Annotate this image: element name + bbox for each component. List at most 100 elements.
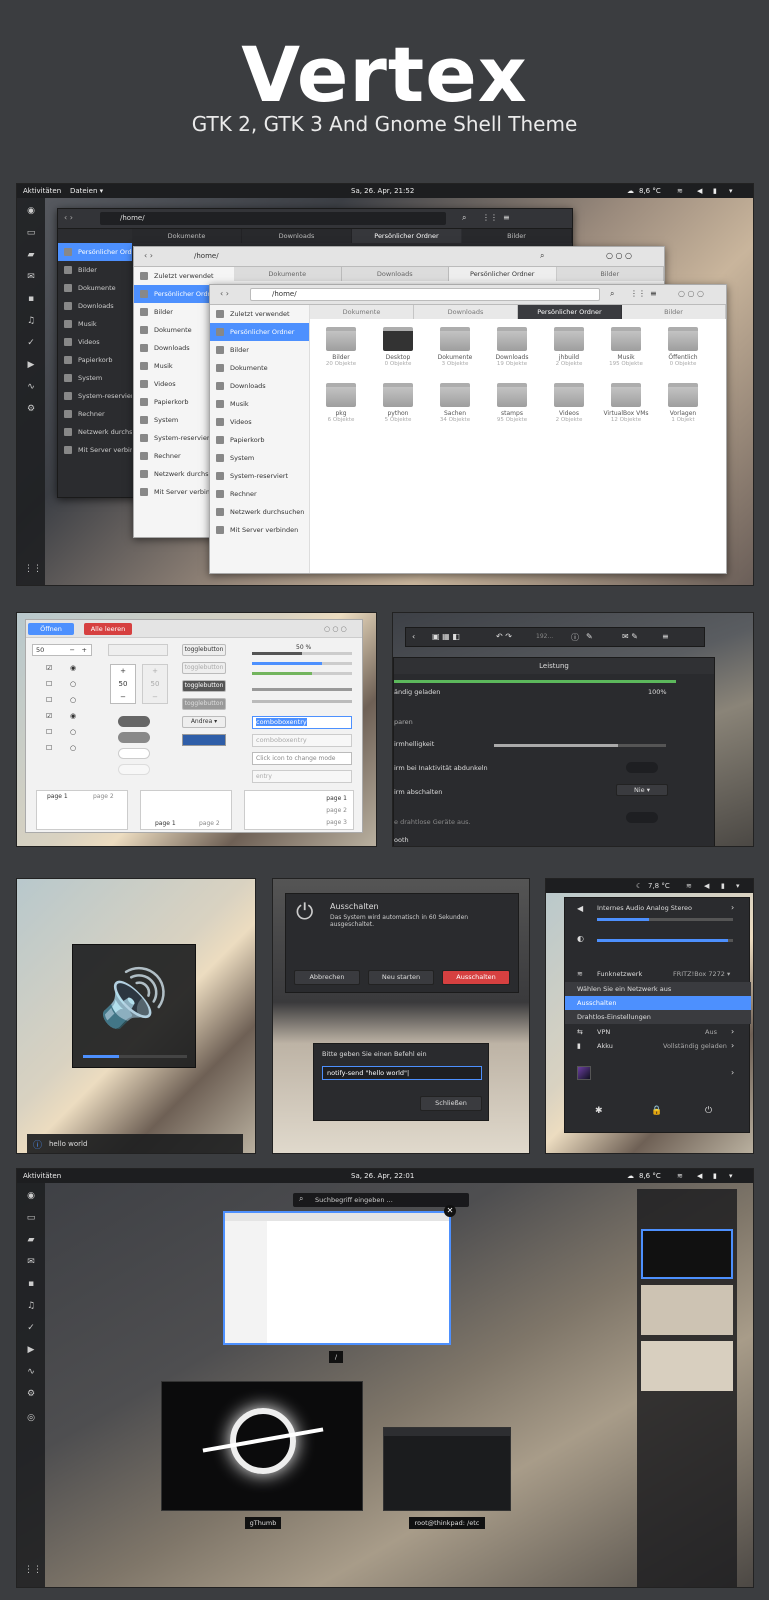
search-icon[interactable]: ⌕: [462, 213, 466, 223]
network-label[interactable]: Funknetzwerk: [597, 970, 642, 978]
folder-item[interactable]: Downloads 19 Objekte: [487, 327, 537, 367]
battery-icon[interactable]: ▮: [721, 879, 725, 893]
activities-button[interactable]: Aktivitäten: [23, 1169, 61, 1183]
sidebar-item[interactable]: System: [210, 449, 309, 467]
command-input[interactable]: notify-send "hello world"|: [322, 1066, 482, 1080]
tab-home[interactable]: Persönlicher Ordner: [352, 229, 462, 243]
workspace-2[interactable]: [641, 1285, 733, 1335]
clear-all-button[interactable]: Alle leeren: [84, 623, 132, 635]
sidebar-item[interactable]: Bilder: [58, 261, 132, 279]
switch-on[interactable]: [118, 716, 150, 727]
choose-network-item[interactable]: Wählen Sie ein Netzwerk aus: [565, 982, 751, 996]
tab-bilder[interactable]: Bilder: [557, 267, 664, 281]
files-icon[interactable]: ▰: [24, 248, 38, 262]
workspace-3[interactable]: [641, 1341, 733, 1391]
menu-icon[interactable]: ≡: [503, 213, 510, 222]
mail-icon[interactable]: ✉: [24, 270, 38, 284]
sidebar-item[interactable]: Videos: [210, 413, 309, 431]
search-icon[interactable]: ⌕: [540, 251, 544, 261]
system-menu-arrow-icon[interactable]: ▾: [729, 184, 733, 198]
menu-icon[interactable]: ≡: [662, 632, 669, 641]
tab-page3[interactable]: page 3: [326, 819, 347, 826]
folder-item[interactable]: stamps 95 Objekte: [487, 383, 537, 423]
power-icon[interactable]: ⏻: [705, 1106, 712, 1116]
workspace-1[interactable]: [641, 1229, 733, 1279]
sidebar-item[interactable]: System-reserviert: [210, 467, 309, 485]
back-icon[interactable]: ‹ ›: [144, 251, 153, 260]
open-button[interactable]: Öffnen: [28, 623, 74, 635]
wireless-settings-item[interactable]: Drahtlos-Einstellungen: [565, 1010, 751, 1024]
dim-switch[interactable]: [626, 762, 658, 773]
settings-icon[interactable]: ⚙: [24, 402, 38, 416]
sidebar-item[interactable]: Zuletzt verwendet: [134, 267, 234, 285]
folder-item[interactable]: pkg 6 Objekte: [316, 383, 366, 423]
combobox-entry[interactable]: comboboxentry: [252, 716, 352, 729]
sidebar-item[interactable]: Bilder: [210, 341, 309, 359]
tab-page2[interactable]: page 2: [326, 807, 347, 814]
menu-icon[interactable]: ≡: [650, 289, 657, 298]
wireless-switch[interactable]: [626, 812, 658, 823]
window-thumbnail-terminal[interactable]: [383, 1427, 511, 1511]
sidebar-item[interactable]: Musik: [58, 315, 132, 333]
video-icon[interactable]: ▶: [24, 1343, 38, 1357]
music-icon[interactable]: ♫: [24, 1299, 38, 1313]
folder-item[interactable]: Bilder 20 Objekte: [316, 327, 366, 367]
eye-icon[interactable]: ◎: [24, 1411, 38, 1425]
screen-icon[interactable]: ▭: [24, 1211, 38, 1225]
checkbox-checked-icon[interactable]: ☑: [46, 712, 52, 720]
music-icon[interactable]: ♫: [24, 314, 38, 328]
grid-view-icon[interactable]: ⋮⋮: [482, 213, 498, 222]
monitor-icon[interactable]: ∿: [24, 380, 38, 394]
switch-on[interactable]: [118, 732, 150, 743]
rotate-icons[interactable]: ↶ ↷: [496, 632, 512, 641]
volume-icon[interactable]: ◀: [704, 879, 709, 893]
folder-item[interactable]: Videos 2 Objekte: [544, 383, 594, 423]
sidebar-item[interactable]: Zuletzt verwendet: [210, 305, 309, 323]
mail-icon[interactable]: ✉: [24, 1255, 38, 1269]
chat-icon[interactable]: ▪: [24, 292, 38, 306]
apps-grid-icon[interactable]: ⋮⋮: [24, 562, 42, 576]
sidebar-item[interactable]: Netzwerk durchsuchen: [58, 423, 132, 441]
lock-icon[interactable]: 🔒: [651, 1106, 662, 1116]
tasks-icon[interactable]: ✓: [24, 1321, 38, 1335]
chevron-right-icon[interactable]: ›: [731, 903, 734, 912]
power-off-button[interactable]: Ausschalten: [442, 970, 510, 985]
checkbox-icon[interactable]: ☐: [46, 696, 52, 704]
folder-item[interactable]: Sachen 34 Objekte: [430, 383, 480, 423]
tab-bilder[interactable]: Bilder: [622, 305, 726, 319]
icon-entry[interactable]: Click icon to change mode: [252, 752, 352, 765]
tab-home[interactable]: Persönlicher Ordner: [518, 305, 622, 319]
folder-item[interactable]: Musik 195 Objekte: [601, 327, 651, 367]
radio-icon[interactable]: ○: [70, 680, 76, 688]
monitor-icon[interactable]: ∿: [24, 1365, 38, 1379]
audio-device[interactable]: Internes Audio Analog Stereo: [597, 904, 692, 912]
slider[interactable]: [252, 700, 352, 703]
clock[interactable]: Sa, 26. Apr, 21:52: [351, 184, 414, 198]
folder-item[interactable]: python 5 Objekte: [373, 383, 423, 423]
tab-page1[interactable]: page 1: [155, 820, 176, 827]
folder-item[interactable]: jhbuild 2 Objekte: [544, 327, 594, 367]
files-icon[interactable]: ▰: [24, 1233, 38, 1247]
spin-button[interactable]: 50− +: [32, 644, 92, 656]
vertical-spin-button[interactable]: +50−: [110, 664, 136, 704]
close-icon[interactable]: ✕: [444, 1205, 456, 1217]
arrow-down-icon[interactable]: ▾: [736, 879, 740, 893]
restart-button[interactable]: Neu starten: [368, 970, 434, 985]
window-thumbnail-files[interactable]: [223, 1211, 451, 1345]
tab-page1[interactable]: page 1: [47, 793, 68, 800]
radio-selected-icon[interactable]: ◉: [70, 712, 76, 720]
volume-icon[interactable]: ◀: [697, 1169, 702, 1183]
color-button[interactable]: [182, 734, 226, 746]
tab-bilder[interactable]: Bilder: [462, 229, 572, 243]
tab-downloads[interactable]: Downloads: [242, 229, 352, 243]
close-button[interactable]: Schließen: [420, 1096, 482, 1111]
sidebar-item[interactable]: Downloads: [210, 377, 309, 395]
window-controls-icon[interactable]: ○ ○ ○: [678, 289, 704, 298]
folder-item[interactable]: Vorlagen 1 Objekt: [658, 383, 708, 423]
radio-selected-icon[interactable]: ◉: [70, 664, 76, 672]
window-controls-icon[interactable]: ○ ○ ○: [606, 251, 632, 260]
vpn-label[interactable]: VPN: [597, 1028, 610, 1036]
tab-downloads[interactable]: Downloads: [414, 305, 518, 319]
sidebar-item[interactable]: Papierkorb: [210, 431, 309, 449]
sidebar-item[interactable]: Mit Server verbinden: [58, 441, 132, 459]
